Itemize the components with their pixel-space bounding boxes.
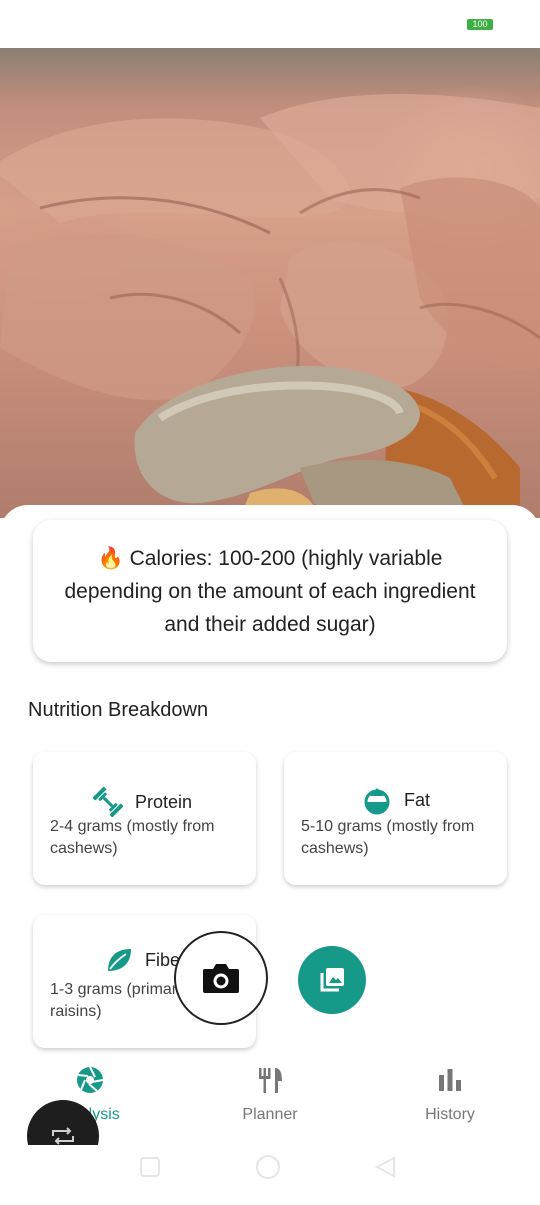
protein-desc: 2-4 grams (mostly from cashews) bbox=[50, 818, 215, 857]
nav-history-label: History bbox=[425, 1106, 475, 1123]
gallery-button[interactable] bbox=[298, 946, 366, 1014]
calories-value: Calories: 100-200 (highly variable depen… bbox=[64, 546, 476, 636]
status-bar: 100 bbox=[0, 0, 540, 48]
fat-desc: 5-10 grams (mostly from cashews) bbox=[301, 818, 475, 857]
fat-card: Fat 5-10 grams (mostly from cashews) bbox=[284, 752, 507, 885]
leaf-icon bbox=[108, 949, 131, 971]
battery-indicator: 100 bbox=[467, 19, 493, 30]
nav-history[interactable]: History bbox=[360, 1065, 540, 1124]
nav-planner-label: Planner bbox=[242, 1106, 298, 1123]
calories-card: 🔥 Calories: 100-200 (highly variable dep… bbox=[33, 520, 507, 662]
fat-header: Fat bbox=[362, 785, 430, 815]
camera-button[interactable] bbox=[174, 931, 268, 1025]
bar-chart-icon bbox=[439, 1069, 461, 1091]
water-drop-icon bbox=[364, 788, 390, 815]
back-icon bbox=[374, 1156, 395, 1178]
protein-label: Protein bbox=[135, 791, 193, 812]
home-icon bbox=[256, 1155, 280, 1179]
aperture-icon bbox=[77, 1066, 104, 1093]
nav-planner[interactable]: Planner bbox=[180, 1065, 360, 1124]
nutrition-breakdown-title: Nutrition Breakdown bbox=[28, 699, 209, 721]
system-nav-icons bbox=[140, 1155, 395, 1179]
system-nav-bar bbox=[0, 1145, 540, 1200]
fire-icon: 🔥 bbox=[97, 546, 124, 570]
utensils-icon bbox=[259, 1068, 282, 1093]
dumbbell-icon bbox=[92, 786, 124, 818]
calories-text: 🔥 Calories: 100-200 (highly variable dep… bbox=[60, 542, 480, 641]
photo-illustration bbox=[0, 94, 540, 518]
recents-icon bbox=[140, 1157, 160, 1177]
switch-camera-icon bbox=[52, 1127, 74, 1145]
protein-header: Protein bbox=[91, 785, 192, 819]
food-photo bbox=[0, 48, 540, 518]
protein-card: Protein 2-4 grams (mostly from cashews) bbox=[33, 752, 256, 885]
gallery-icon bbox=[320, 968, 344, 992]
camera-icon bbox=[203, 964, 239, 993]
fat-label: Fat bbox=[404, 789, 431, 810]
